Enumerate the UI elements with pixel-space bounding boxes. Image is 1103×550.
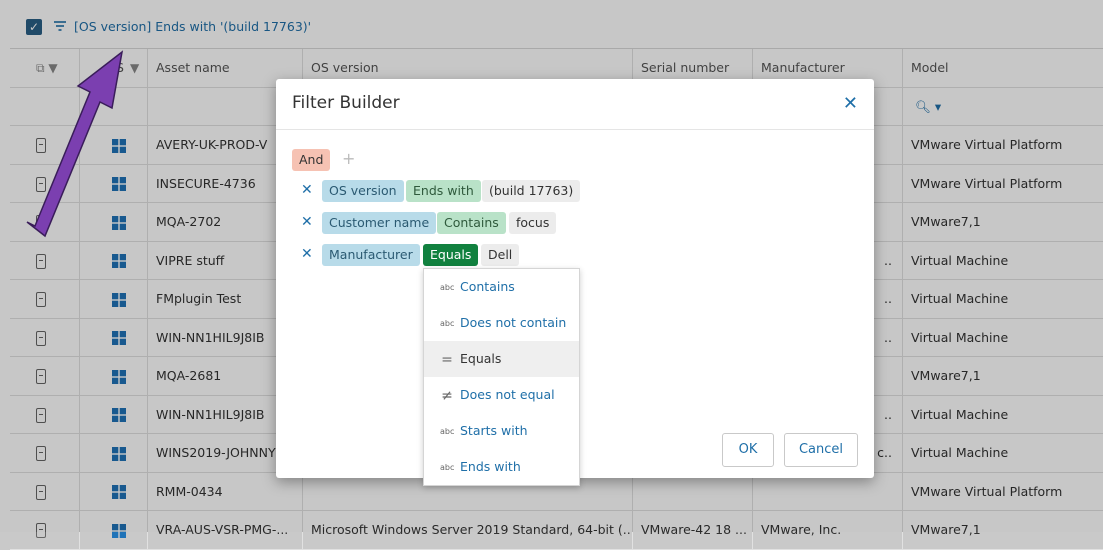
condition-field[interactable]: OS version [322, 180, 404, 202]
remove-condition-icon[interactable]: ✕ [301, 214, 313, 230]
divider [276, 129, 874, 130]
condition-field[interactable]: Customer name [322, 212, 437, 234]
option-label: Contains [460, 279, 515, 294]
condition-value[interactable]: Dell [481, 244, 520, 266]
operator-option-starts-with[interactable]: abc Starts with [424, 413, 579, 449]
operator-option-contains[interactable]: abc Contains [424, 269, 579, 305]
condition-value[interactable]: (build 17763) [482, 180, 581, 202]
operator-option-does-not-equal[interactable]: ≠ Does not equal [424, 377, 579, 413]
option-label: Does not equal [460, 387, 555, 402]
option-label: Equals [460, 351, 502, 366]
condition-operator[interactable]: Contains [437, 212, 506, 234]
option-label: Does not contain [460, 315, 567, 330]
condition-operator[interactable]: Ends with [406, 180, 481, 202]
dialog-title: Filter Builder [292, 93, 400, 113]
close-icon[interactable]: ✕ [843, 93, 858, 114]
operator-option-equals[interactable]: = Equals [424, 341, 579, 377]
ok-button[interactable]: OK [722, 433, 774, 467]
equals-icon: = [441, 351, 453, 368]
add-condition-icon[interactable]: + [342, 149, 355, 168]
condition-field[interactable]: Manufacturer [322, 244, 420, 266]
remove-condition-icon[interactable]: ✕ [301, 246, 313, 262]
text-operator-icon: abc [440, 462, 455, 472]
asset-page: ✓ [OS version] Ends with '(build 17763)'… [0, 0, 1103, 550]
remove-condition-icon[interactable]: ✕ [301, 182, 313, 198]
condition-value[interactable]: focus [509, 212, 557, 234]
operator-option-ends-with[interactable]: abc Ends with [424, 449, 579, 485]
cancel-button[interactable]: Cancel [784, 433, 858, 467]
condition-operator-active[interactable]: Equals [423, 244, 479, 266]
option-label: Starts with [460, 423, 528, 438]
group-operator-and[interactable]: And [292, 149, 331, 171]
text-operator-icon: abc [440, 426, 455, 436]
operator-dropdown: abc Contains abc Does not contain = Equals … [423, 268, 580, 486]
text-operator-icon: abc [440, 282, 455, 292]
text-operator-icon: abc [440, 318, 455, 328]
not-equal-icon: ≠ [441, 387, 453, 404]
operator-option-does-not-contain[interactable]: abc Does not contain [424, 305, 579, 341]
option-label: Ends with [460, 459, 521, 474]
